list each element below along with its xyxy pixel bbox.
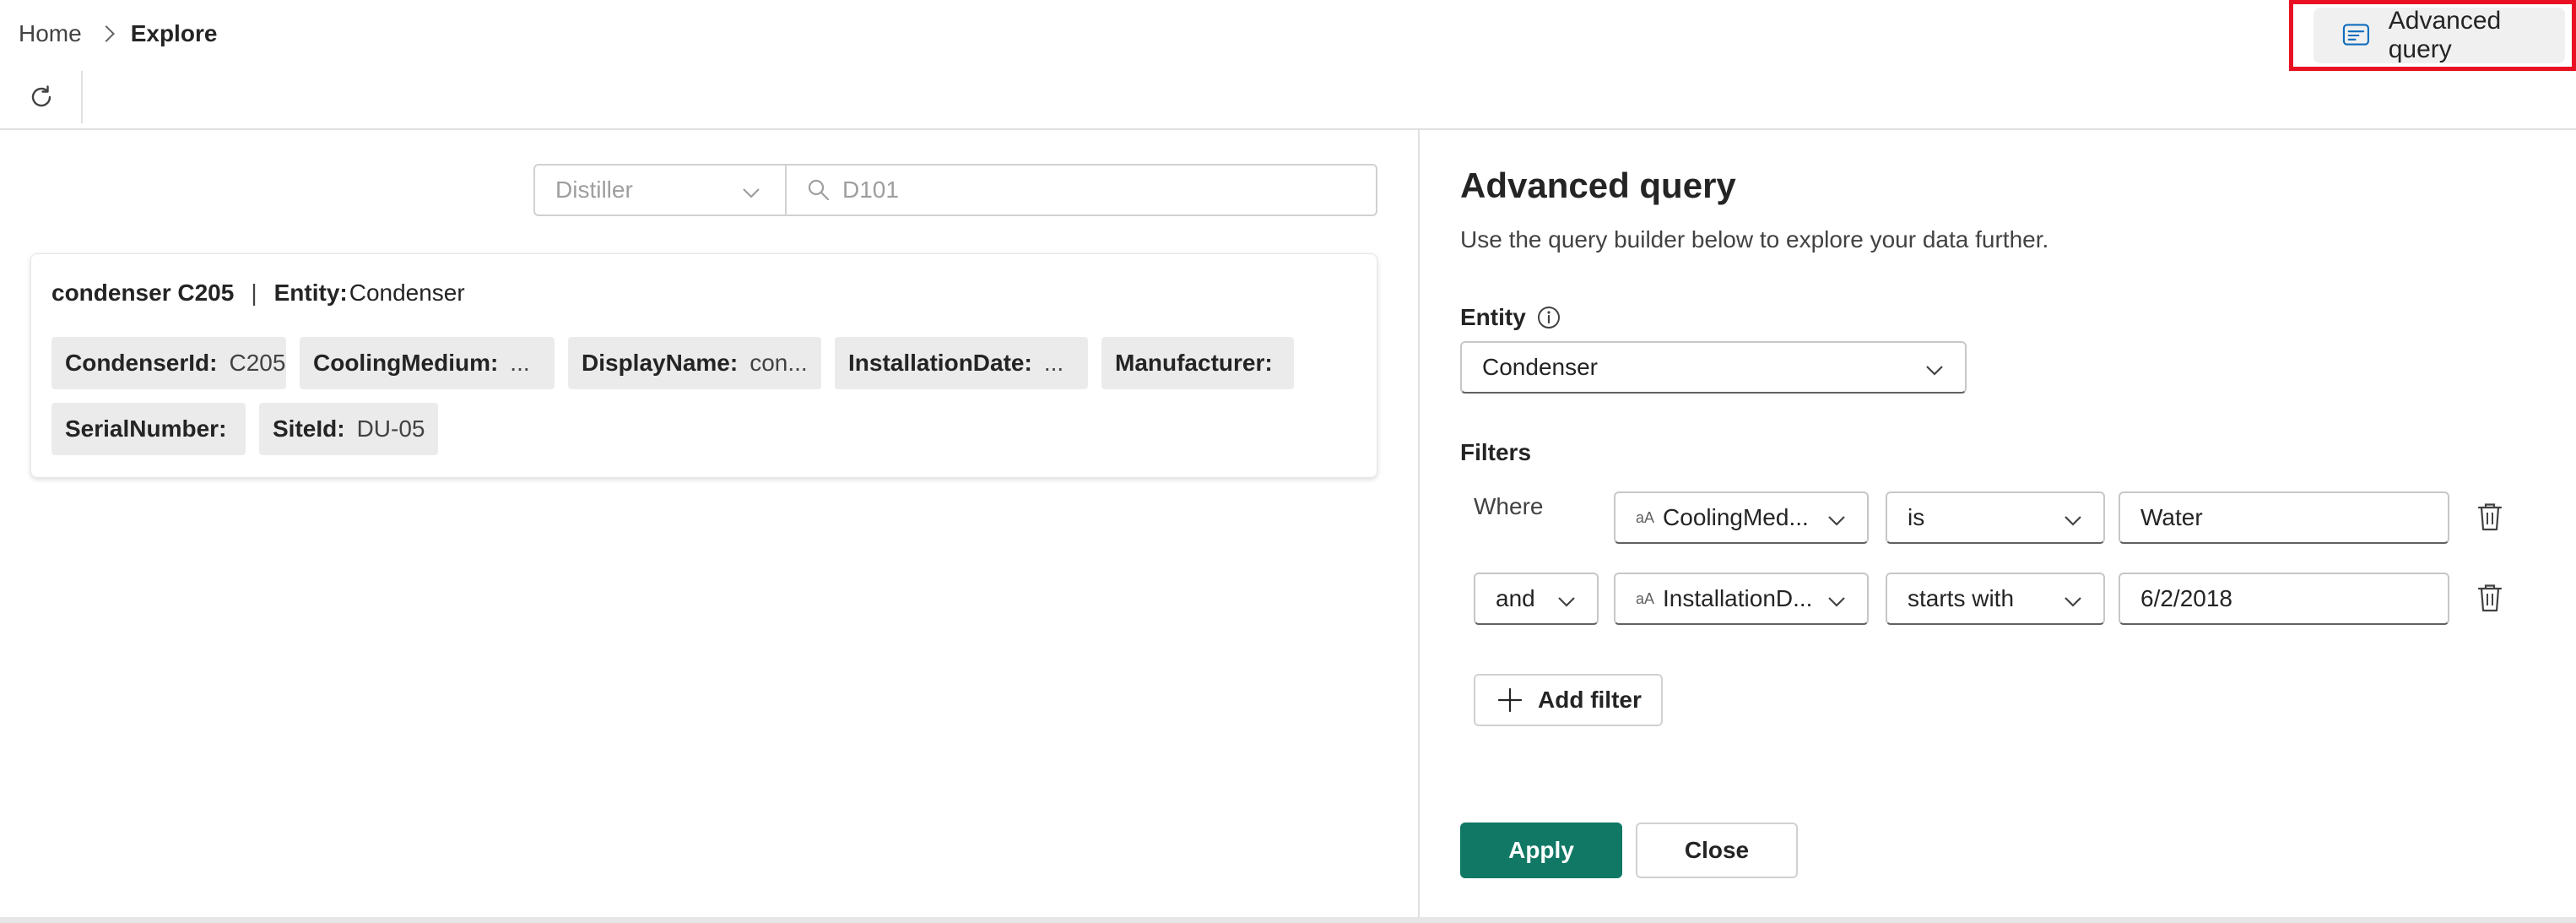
toolbar (0, 66, 2576, 130)
plus-icon (1497, 687, 1523, 713)
filters-label: Filters (1460, 439, 1532, 465)
entity-label: Entity (1460, 304, 1561, 331)
chevron-right-icon (97, 25, 115, 42)
chip-key: SiteId: (273, 415, 345, 442)
chip-value: DU-05 (356, 415, 425, 442)
property-chip[interactable]: CoolingMedium: ... (300, 337, 555, 389)
refresh-icon (31, 85, 51, 107)
property-chip[interactable]: SiteId: DU-05 (259, 403, 438, 455)
chip-key: CoolingMedium: (313, 350, 499, 376)
entity-label-text: Entity (1460, 304, 1526, 330)
filter-field-value: InstallationD... (1663, 585, 1813, 611)
chevron-down-icon (743, 188, 760, 198)
panel-description: Use the query builder below to explore y… (1460, 226, 2049, 252)
close-button[interactable]: Close (1636, 823, 1798, 878)
chip-value: con... (750, 350, 808, 376)
trash-icon (2477, 503, 2503, 531)
info-icon[interactable] (1536, 305, 1561, 330)
panel-title: Advanced query (1460, 166, 1736, 205)
property-chip[interactable]: SerialNumber: (51, 403, 246, 455)
pane-divider (1418, 130, 1420, 920)
bottom-scrollbar[interactable] (0, 917, 2576, 923)
trash-icon (2477, 584, 2503, 612)
chevron-down-icon (1828, 597, 1845, 607)
text-type-icon: aA (1636, 508, 1655, 526)
chip-value: ... (1043, 350, 1064, 376)
filter-value-text: Water (2140, 504, 2203, 530)
chip-value: C205 (229, 350, 286, 376)
result-card-title: condenser C205 | Entity: Condenser (51, 280, 465, 307)
chevron-down-icon (1558, 597, 1575, 607)
breadcrumb-current: Explore (130, 20, 218, 46)
chip-key: CondenserId: (65, 350, 218, 376)
chevron-down-icon (1828, 516, 1845, 526)
delete-filter-button[interactable] (2473, 581, 2507, 615)
chevron-down-icon (1926, 366, 1943, 376)
chevron-down-icon (2065, 597, 2081, 607)
property-chip[interactable]: InstallationDate: ... (835, 337, 1088, 389)
add-filter-label: Add filter (1538, 687, 1642, 713)
chip-value: ... (510, 350, 530, 376)
filter-value-text: 6/2/2018 (2140, 585, 2232, 611)
filter-conjunction-where: Where (1474, 493, 1544, 519)
search-placeholder: D101 (842, 176, 899, 203)
filter-operator-dropdown[interactable]: is (1886, 491, 2105, 544)
advanced-query-label: Advanced query (2388, 7, 2502, 63)
search-icon (808, 179, 830, 201)
chevron-down-icon (2065, 516, 2081, 526)
search-input[interactable]: D101 (785, 164, 1377, 216)
filter-value-input[interactable]: Water (2119, 491, 2449, 544)
entity-key: Entity: (273, 280, 348, 306)
category-select[interactable]: Distiller (533, 164, 787, 216)
breadcrumb: Home Explore (19, 17, 217, 51)
filter-value-input[interactable]: 6/2/2018 (2119, 573, 2449, 625)
filter-field-value: CoolingMed... (1663, 504, 1809, 530)
entity-dropdown-value: Condenser (1482, 354, 1598, 380)
filter-operator-value: is (1908, 504, 1925, 530)
property-chip[interactable]: Manufacturer: (1101, 337, 1294, 389)
result-card[interactable]: condenser C205 | Entity: Condenser Conde… (30, 253, 1377, 478)
entity-dropdown[interactable]: Condenser (1460, 341, 1967, 394)
add-filter-button[interactable]: Add filter (1474, 674, 1663, 726)
filter-field-dropdown[interactable]: aA InstallationD... (1614, 573, 1869, 625)
chip-key: Manufacturer: (1115, 350, 1273, 376)
toolbar-divider (81, 71, 83, 123)
property-chip[interactable]: CondenserId: C205 (51, 337, 286, 389)
filter-conjunction-dropdown[interactable]: and (1474, 573, 1599, 625)
filter-operator-value: starts with (1908, 585, 2015, 611)
entity-value: Condenser (349, 280, 465, 306)
property-chips: CondenserId: C205 CoolingMedium: ... Dis… (51, 337, 1368, 455)
chip-key: DisplayName: (582, 350, 739, 376)
filter-conjunction-value: and (1496, 585, 1535, 611)
result-name: condenser C205 (51, 280, 235, 306)
delete-filter-button[interactable] (2473, 500, 2507, 534)
property-chip[interactable]: DisplayName: con... (568, 337, 821, 389)
breadcrumb-home[interactable]: Home (19, 20, 82, 47)
text-type-icon: aA (1636, 589, 1655, 607)
chip-key: InstallationDate: (848, 350, 1032, 376)
advanced-query-button[interactable]: Advanced query (2314, 7, 2565, 63)
title-separator: | (251, 280, 257, 306)
chip-key: SerialNumber: (65, 415, 227, 442)
advanced-query-highlight: Advanced query (2289, 0, 2576, 71)
filter-operator-dropdown[interactable]: starts with (1886, 573, 2105, 625)
category-placeholder: Distiller (555, 176, 633, 203)
refresh-button[interactable] (22, 78, 61, 117)
filter-field-dropdown[interactable]: aA CoolingMed... (1614, 491, 1869, 544)
query-icon (2342, 24, 2369, 46)
apply-button[interactable]: Apply (1460, 823, 1622, 878)
